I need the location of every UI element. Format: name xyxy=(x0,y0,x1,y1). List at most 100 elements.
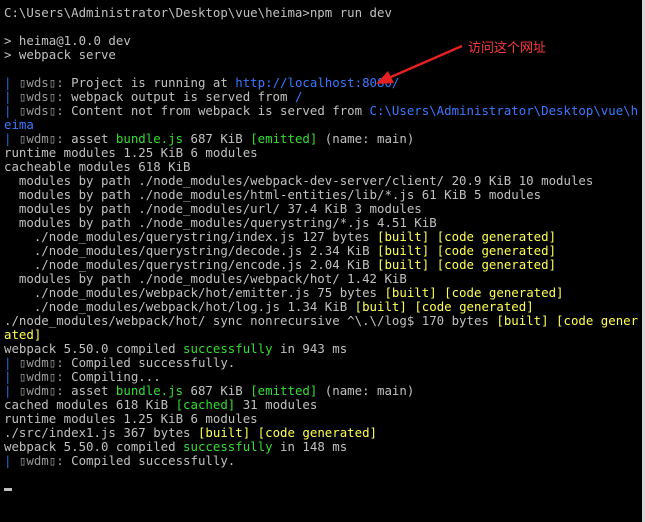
module-file-line: ./node_modules/querystring/encode.js 2.0… xyxy=(4,258,642,272)
log-bar-icon: | xyxy=(4,75,19,90)
module-file: ./node_modules/querystring/index.js 127 … xyxy=(4,229,377,244)
log-bar-icon: | xyxy=(4,453,19,468)
log-bar-icon: | xyxy=(4,103,19,118)
cursor-line[interactable] xyxy=(4,482,642,496)
annotation-label: 访问这个网址 xyxy=(468,41,547,56)
runtime-modules-line: runtime modules 1.25 KiB 6 modules xyxy=(4,411,258,426)
annotation-arrow-icon xyxy=(376,44,463,84)
module-group-line: modules by path ./node_modules/html-enti… xyxy=(4,187,542,202)
asset-size: 687 KiB xyxy=(183,131,251,146)
wdm-status-line: | ▯wdm▯: Compiled successfully. xyxy=(4,454,642,468)
compile-time: in 943 ms xyxy=(272,341,348,356)
output-path: / xyxy=(294,89,303,104)
terminal-output: C:\Users\Administrator\Desktop\vue\heima… xyxy=(0,0,642,496)
asset-size: 687 KiB xyxy=(183,383,251,398)
cacheable-modules-line: cacheable modules 618 KiB xyxy=(4,159,191,174)
wdm-status-text: Compiling... xyxy=(71,369,161,384)
log-bar-icon: | xyxy=(4,383,19,398)
cached-count: 31 modules xyxy=(235,397,318,412)
asset-label: asset xyxy=(71,383,116,398)
success-word: successfully xyxy=(183,439,273,454)
module-group-line: modules by path ./node_modules/url/ 37.4… xyxy=(4,201,422,216)
compiled-prefix: webpack 5.50.0 compiled xyxy=(4,439,184,454)
wdm-tag: ▯wdm▯: xyxy=(18,453,72,468)
built-flag: [built] xyxy=(496,313,549,328)
log-bar-icon: | xyxy=(4,369,19,384)
module-file-line: ./node_modules/querystring/index.js 127 … xyxy=(4,230,642,244)
module-file-line: ./node_modules/webpack/hot/log.js 1.34 K… xyxy=(4,300,642,314)
module-file: ./node_modules/webpack/hot/log.js 1.34 K… xyxy=(4,299,355,314)
module-file-line: ./node_modules/webpack/hot/emitter.js 75… xyxy=(4,286,642,300)
compiled-line: webpack 5.50.0 compiled successfully in … xyxy=(4,440,642,454)
code-generated-flag: [code generated] xyxy=(436,257,557,272)
log-bar-icon: | xyxy=(4,131,19,146)
module-group-line: modules by path ./node_modules/webpack/h… xyxy=(4,271,407,286)
compiled-line: webpack 5.50.0 compiled successfully in … xyxy=(4,342,642,356)
bundle-file: bundle.js xyxy=(115,131,184,146)
module-file-line: ./src/index1.js 367 bytes [built] [code … xyxy=(4,426,642,440)
npm-command-line: > webpack serve xyxy=(4,47,116,62)
log-bar-icon: | xyxy=(4,89,19,104)
log-bar-icon: | xyxy=(4,355,19,370)
module-group-line: modules by path ./node_modules/webpack-d… xyxy=(4,173,594,188)
asset-label: asset xyxy=(71,131,116,146)
wds-running-line: | ▯wds▯: Project is running at http://lo… xyxy=(4,76,642,90)
runtime-modules-line: runtime modules 1.25 KiB 6 modules xyxy=(4,145,258,160)
wds-output-text: webpack output is served from xyxy=(71,89,295,104)
module-file-line: ./node_modules/querystring/decode.js 2.3… xyxy=(4,244,642,258)
wdm-asset-line: | ▯wdm▯: asset bundle.js 687 KiB [emitte… xyxy=(4,132,642,146)
module-file: ./node_modules/webpack/hot/emitter.js 75… xyxy=(4,285,385,300)
command-prompt-line: C:\Users\Administrator\Desktop\vue\heima… xyxy=(4,5,392,20)
wdm-tag: ▯wdm▯: xyxy=(18,369,72,384)
built-flag: [built] xyxy=(354,299,407,314)
code-generated-flag: [code generated] xyxy=(436,229,557,244)
sync-module-text: ./node_modules/webpack/hot/ sync nonrecu… xyxy=(4,313,497,328)
bundle-file: bundle.js xyxy=(115,383,184,398)
asset-name: (name: main) xyxy=(317,383,415,398)
wdm-status-line: | ▯wdm▯: Compiling... xyxy=(4,370,642,384)
wdm-tag: ▯wdm▯: xyxy=(18,355,72,370)
wds-running-text: Project is running at xyxy=(71,75,236,90)
wdm-tag: ▯wdm▯: xyxy=(18,131,72,146)
built-flag: [built] xyxy=(377,243,430,258)
module-file: ./node_modules/querystring/encode.js 2.0… xyxy=(4,257,377,272)
wds-output-line: | ▯wds▯: webpack output is served from / xyxy=(4,90,642,104)
wds-tag: ▯wds▯: xyxy=(18,103,72,118)
compiled-prefix: webpack 5.50.0 compiled xyxy=(4,341,184,356)
built-flag: [built] xyxy=(384,285,437,300)
npm-script-line: > heima@1.0.0 dev xyxy=(4,33,131,48)
asset-name: (name: main) xyxy=(317,131,415,146)
wdm-status-text: Compiled successfully. xyxy=(71,355,236,370)
code-generated-flag: [code generated] xyxy=(444,285,564,300)
emitted-flag: [emitted] xyxy=(250,131,318,146)
cached-flag: [cached] xyxy=(175,397,236,412)
code-generated-flag: [code generated] xyxy=(436,243,557,258)
cached-modules-line: cached modules 618 KiB [cached] 31 modul… xyxy=(4,398,642,412)
built-flag: [built] xyxy=(377,229,430,244)
success-word: successfully xyxy=(183,341,273,356)
emitted-flag: [emitted] xyxy=(250,383,318,398)
wdm-status-text: Compiled successfully. xyxy=(71,453,236,468)
built-flag: [built] xyxy=(377,257,430,272)
sync-module-line: ./node_modules/webpack/hot/ sync nonrecu… xyxy=(4,314,640,342)
wdm-asset-line: | ▯wdm▯: asset bundle.js 687 KiB [emitte… xyxy=(4,384,642,398)
wdm-tag: ▯wdm▯: xyxy=(18,383,72,398)
cached-prefix: cached modules 618 KiB xyxy=(4,397,176,412)
code-generated-flag: [code generated] xyxy=(257,425,378,440)
code-generated-flag: [code generated] xyxy=(414,299,534,314)
module-file: ./node_modules/querystring/decode.js 2.3… xyxy=(4,243,377,258)
built-flag: [built] xyxy=(197,425,251,440)
text-cursor xyxy=(4,488,12,491)
wds-tag: ▯wds▯: xyxy=(18,89,72,104)
wdm-status-line: | ▯wdm▯: Compiled successfully. xyxy=(4,356,642,370)
wds-tag: ▯wds▯: xyxy=(18,75,72,90)
module-group-line: modules by path ./node_modules/querystri… xyxy=(4,215,437,230)
terminal-window[interactable]: C:\Users\Administrator\Desktop\vue\heima… xyxy=(0,0,642,522)
wds-content-line: | ▯wds▯: Content not from webpack is ser… xyxy=(4,104,640,132)
wds-content-text: Content not from webpack is served from xyxy=(71,103,370,118)
compile-time: in 148 ms xyxy=(272,439,348,454)
module-file: ./src/index1.js 367 bytes xyxy=(4,425,198,440)
